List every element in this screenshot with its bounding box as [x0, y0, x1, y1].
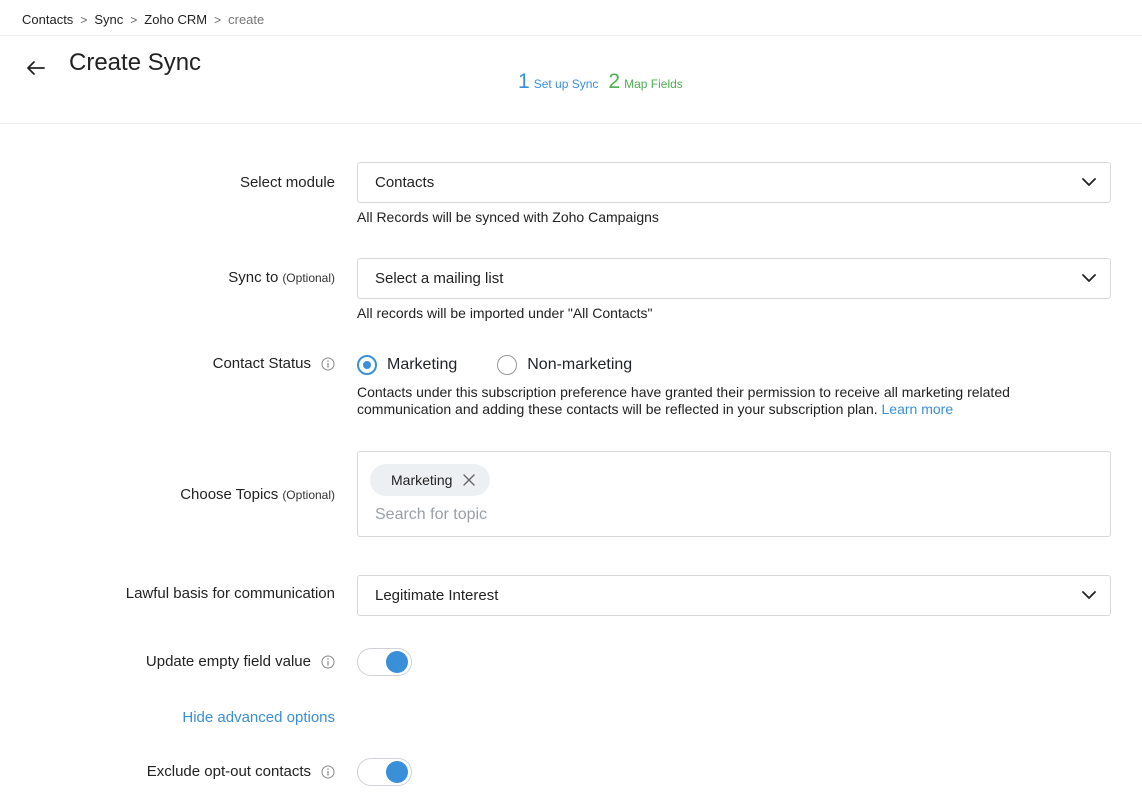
lawful-basis-select[interactable]: Legitimate Interest: [357, 575, 1111, 616]
breadcrumb-zoho-crm[interactable]: Zoho CRM: [144, 12, 207, 27]
chip-label: Marketing: [391, 472, 453, 488]
module-hint: All Records will be synced with Zoho Cam…: [357, 209, 659, 225]
close-icon[interactable]: [462, 473, 476, 487]
step-label: Map Fields: [624, 77, 683, 91]
breadcrumb-separator: >: [80, 12, 88, 27]
topic-search-input[interactable]: [375, 506, 1075, 524]
step-map-fields[interactable]: 2 Map Fields: [608, 70, 682, 94]
info-icon[interactable]: [321, 357, 335, 371]
info-icon[interactable]: [321, 655, 335, 669]
info-icon[interactable]: [321, 765, 335, 779]
step-label: Set up Sync: [533, 77, 599, 91]
chevron-down-icon: [1082, 178, 1096, 186]
breadcrumb-separator: >: [130, 12, 138, 27]
toggle-knob: [386, 651, 408, 673]
divider: [0, 35, 1142, 36]
page-title: Create Sync: [69, 49, 202, 76]
choose-topics-label: Choose Topics (Optional): [180, 486, 335, 503]
hide-advanced-options-link[interactable]: Hide advanced options: [182, 709, 335, 726]
exclude-optout-label: Exclude opt-out contacts: [147, 763, 335, 780]
radio-non-marketing[interactable]: Non-marketing: [497, 355, 632, 375]
arrow-left-icon[interactable]: [24, 58, 46, 78]
toggle-knob: [386, 761, 408, 783]
contact-status-description: Contacts under this subscription prefere…: [357, 384, 1087, 418]
step-number: 1: [518, 70, 530, 93]
divider: [0, 123, 1142, 124]
lawful-basis-label: Lawful basis for communication: [126, 585, 335, 602]
radio-marketing[interactable]: Marketing: [357, 355, 457, 375]
module-select-value: Contacts: [375, 174, 435, 191]
radio-button[interactable]: [497, 355, 518, 375]
label-text: Contact Status: [212, 355, 311, 372]
label-text: Lawful basis for communication: [125, 585, 335, 602]
topics-field[interactable]: Marketing: [357, 451, 1111, 537]
breadcrumb: Contacts > Sync > Zoho CRM > create: [22, 12, 264, 27]
contact-status-radio-group: Marketing Non-marketing: [357, 355, 672, 375]
label-text: Select module: [239, 174, 335, 191]
radio-button-checked[interactable]: [357, 355, 377, 375]
lawful-basis-select-value: Legitimate Interest: [375, 587, 499, 604]
label-text: Update empty field value: [145, 653, 311, 670]
update-empty-toggle[interactable]: [357, 648, 412, 676]
breadcrumb-contacts[interactable]: Contacts: [22, 12, 73, 27]
topic-chip: Marketing: [370, 464, 491, 496]
step-number: 2: [608, 70, 621, 93]
mailing-list-select[interactable]: Select a mailing list: [357, 258, 1111, 299]
breadcrumb-sync[interactable]: Sync: [94, 12, 123, 27]
breadcrumb-current: create: [228, 12, 265, 27]
chevron-down-icon: [1082, 274, 1096, 282]
radio-label: Non-marketing: [527, 356, 633, 373]
label-text: Choose Topics: [180, 486, 279, 503]
update-empty-label: Update empty field value: [146, 653, 335, 670]
breadcrumb-separator: >: [214, 12, 222, 27]
select-module-label: Select module: [240, 174, 335, 191]
learn-more-link[interactable]: Learn more: [882, 401, 954, 417]
stepper: 1 Set up Sync 2 Map Fields: [518, 70, 693, 94]
exclude-optout-toggle[interactable]: [357, 758, 412, 786]
module-select[interactable]: Contacts: [357, 162, 1111, 203]
radio-label: Marketing: [387, 356, 458, 373]
optional-tag: (Optional): [282, 487, 335, 502]
chevron-down-icon: [1082, 591, 1096, 599]
step-set-up-sync[interactable]: 1 Set up Sync: [518, 70, 598, 94]
sync-to-label: Sync to (Optional): [228, 269, 335, 286]
mailing-list-select-value: Select a mailing list: [375, 270, 504, 287]
optional-tag: (Optional): [282, 270, 335, 285]
contact-status-label: Contact Status: [213, 355, 335, 372]
sync-to-hint: All records will be imported under "All …: [357, 305, 653, 321]
label-text: Exclude opt-out contacts: [146, 763, 311, 780]
label-text: Sync to: [228, 269, 279, 286]
